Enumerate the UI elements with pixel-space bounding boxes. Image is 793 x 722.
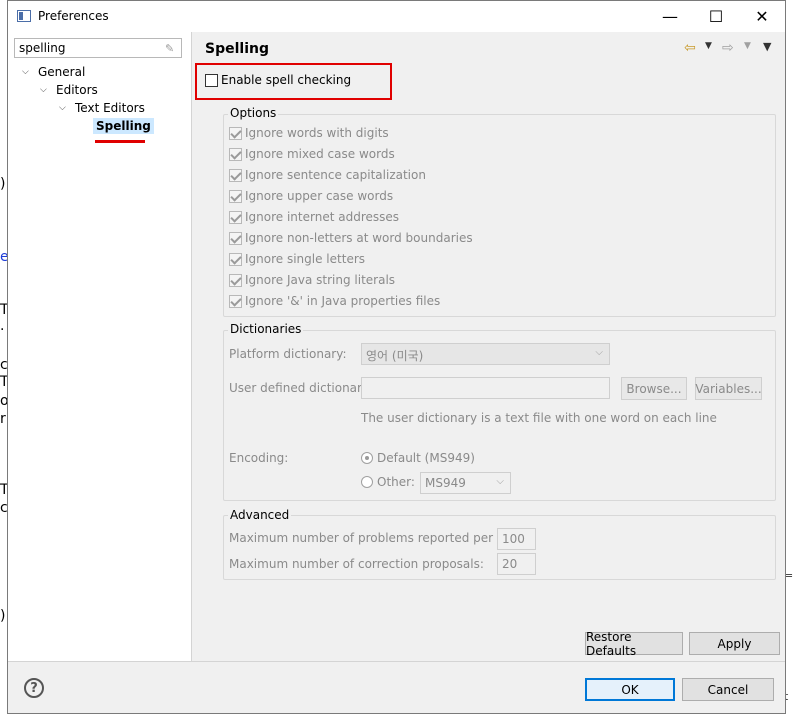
radio-label: Default (MS949) [377,451,475,465]
checkbox-label: Ignore words with digits [245,126,389,140]
user-dictionary-hint: The user dictionary is a text file with … [361,411,717,425]
background-glyph: ) [0,176,6,192]
checkbox-box[interactable] [205,73,218,87]
option-ignore-internet-addresses[interactable]: Ignore internet addresses [229,210,399,224]
tree-item-label: Spelling [93,118,154,134]
view-menu-icon[interactable]: ▼ [763,40,771,53]
checkbox-label: Ignore single letters [245,252,366,266]
checkbox-label: Ignore '&' in Java properties files [245,294,441,308]
filter-input[interactable]: spelling ✎ [14,38,182,58]
checkbox-label: Ignore mixed case words [245,147,395,161]
back-history-dropdown-icon[interactable]: ▼ [705,41,712,51]
checkbox-label: Ignore non-letters at word boundaries [245,231,473,245]
chevron-down-icon[interactable]: ⌵ [22,67,36,77]
checkbox-box[interactable] [229,273,242,287]
platform-dictionary-label: Platform dictionary: [229,347,347,361]
chevron-down-icon: ⌵ [496,476,504,487]
max-problems-label: Maximum number of problems reported per … [229,531,520,545]
dictionaries-group-title: Dictionaries [228,322,304,336]
chevron-down-icon: ⌵ [595,347,603,358]
apply-button[interactable]: Apply [689,632,780,655]
app-icon [17,10,31,22]
radio-button[interactable] [361,452,373,464]
max-proposals-input[interactable]: 20 [497,553,536,575]
tree-item-label: Editors [56,83,98,97]
tree-item-spelling[interactable]: Spelling [93,117,154,135]
platform-dictionary-value: 영어 (미국) [366,349,424,363]
clear-filter-icon[interactable]: ✎ [165,42,177,55]
maximize-button[interactable]: ☐ [693,1,739,32]
radio-button[interactable] [361,476,373,488]
dialog-button-bar: ? OK Cancel [8,661,785,713]
checkbox-box[interactable] [229,189,242,203]
forward-history-dropdown-icon[interactable]: ▼ [744,41,751,51]
checkbox-box[interactable] [229,210,242,224]
checkbox-label: Ignore upper case words [245,189,394,203]
checkbox-label: Ignore Java string literals [245,273,396,287]
ok-button[interactable]: OK [585,678,675,701]
preferences-dialog: Preferences — ☐ ✕ spelling ✎ ⌵ General ⌵… [7,0,786,714]
checkbox-box[interactable] [229,126,242,140]
checkbox-box[interactable] [229,252,242,266]
radio-label: Other: [377,475,415,489]
close-button[interactable]: ✕ [739,1,785,32]
max-proposals-label: Maximum number of correction proposals: [229,557,484,571]
filter-input-value: spelling [19,41,66,55]
checkbox-box[interactable] [229,231,242,245]
checkbox-box[interactable] [229,147,242,161]
forward-arrow-icon[interactable]: ⇨ [722,40,734,56]
encoding-default-radio[interactable]: Default (MS949) [361,451,475,465]
browse-button[interactable]: Browse... [621,377,687,400]
option-ignore-upper-case-words[interactable]: Ignore upper case words [229,189,393,203]
tree-item-label: General [38,65,86,79]
checkbox-label: Enable spell checking [221,73,352,87]
chevron-down-icon[interactable]: ⌵ [40,85,54,95]
page-title: Spelling [205,41,269,57]
help-icon[interactable]: ? [24,678,44,698]
option-ignore-java-string-literals[interactable]: Ignore Java string literals [229,273,395,287]
option-ignore-words-with-digits[interactable]: Ignore words with digits [229,126,389,140]
option-ignore-ampersand-java-properties[interactable]: Ignore '&' in Java properties files [229,294,440,308]
option-ignore-mixed-case-words[interactable]: Ignore mixed case words [229,147,395,161]
encoding-label: Encoding: [229,451,289,465]
highlight-underline [95,140,145,143]
user-dictionary-input[interactable] [361,377,610,399]
option-ignore-single-letters[interactable]: Ignore single letters [229,252,365,266]
minimize-button[interactable]: — [647,1,693,32]
user-dictionary-label: User defined dictionary: [229,381,373,395]
background-glyph: ) [0,608,6,624]
checkbox-label: Ignore sentence capitalization [245,168,426,182]
tree-item-label: Text Editors [75,101,145,115]
option-ignore-non-letters[interactable]: Ignore non-letters at word boundaries [229,231,473,245]
back-arrow-icon[interactable]: ⇦ [684,40,696,56]
preference-tree-pane: spelling ✎ ⌵ General ⌵ Editors ⌵ Text Ed… [8,32,192,661]
background-glyph: . [0,318,5,334]
checkbox-box[interactable] [229,294,242,308]
checkbox-label: Ignore internet addresses [245,210,400,224]
options-group-title: Options [228,106,279,120]
enable-spell-checking-checkbox[interactable]: Enable spell checking [205,73,351,87]
tree-item-text-editors[interactable]: ⌵ Text Editors [59,99,147,117]
spelling-preference-page: Spelling ⇦ ▼ ⇨ ▼ ▼ Enable spell checking… [193,32,785,661]
encoding-other-select[interactable]: MS949 ⌵ [420,472,511,494]
restore-defaults-button[interactable]: Restore Defaults [585,630,683,658]
chevron-down-icon[interactable]: ⌵ [59,103,73,113]
platform-dictionary-select[interactable]: 영어 (미국) ⌵ [361,343,610,365]
tree-item-general[interactable]: ⌵ General [22,63,87,81]
encoding-other-value: MS949 [425,476,466,490]
cancel-button[interactable]: Cancel [682,678,774,701]
window-title: Preferences [38,9,109,23]
checkbox-box[interactable] [229,168,242,182]
max-problems-input[interactable]: 100 [497,528,536,550]
variables-button[interactable]: Variables... [695,377,762,400]
title-bar[interactable]: Preferences — ☐ ✕ [8,1,785,32]
background-glyph: r [0,411,6,427]
option-ignore-sentence-capitalization[interactable]: Ignore sentence capitalization [229,168,426,182]
advanced-group-title: Advanced [228,508,292,522]
tree-item-editors[interactable]: ⌵ Editors [40,81,100,99]
encoding-other-radio[interactable]: Other: [361,475,415,489]
